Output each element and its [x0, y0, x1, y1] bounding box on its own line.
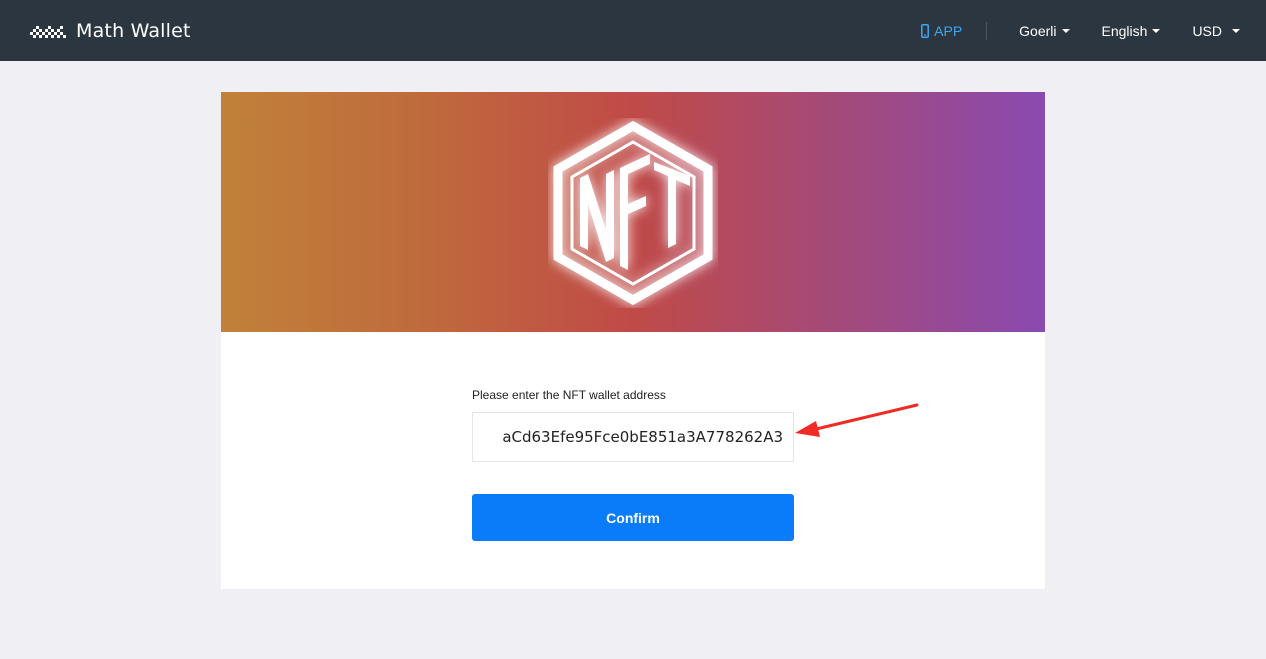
caret-down-icon: [1152, 28, 1161, 33]
language-label: English: [1101, 22, 1148, 39]
confirm-button[interactable]: Confirm: [472, 494, 794, 541]
network-dropdown[interactable]: Goerli: [1019, 22, 1070, 39]
caret-down-icon: [1232, 28, 1240, 33]
math-wallet-logo-icon: [30, 25, 66, 38]
caret-down-icon: [1061, 28, 1070, 33]
top-navbar: Math Wallet APP Goerli English USD: [0, 0, 1266, 61]
network-label: Goerli: [1019, 22, 1057, 39]
red-arrow-icon: [795, 403, 919, 437]
address-label: Please enter the NFT wallet address: [472, 388, 666, 402]
address-form: Please enter the NFT wallet address Conf…: [472, 388, 794, 541]
brand-link[interactable]: Math Wallet: [30, 0, 191, 61]
currency-dropdown[interactable]: USD: [1192, 23, 1240, 39]
currency-label: USD: [1192, 22, 1222, 39]
app-link[interactable]: APP: [921, 23, 962, 39]
nav-divider: [986, 21, 988, 40]
phone-icon: [921, 23, 930, 38]
app-label: APP: [934, 22, 963, 39]
nft-address-input[interactable]: [472, 412, 794, 462]
nft-hexagon-icon: [553, 120, 713, 306]
brand-name: Math Wallet: [76, 19, 191, 42]
language-dropdown[interactable]: English: [1102, 23, 1161, 39]
navbar-right-menu: APP Goerli English USD: [921, 0, 1240, 61]
nft-address-card: Please enter the NFT wallet address Conf…: [221, 92, 1045, 589]
nft-banner: [221, 92, 1045, 332]
